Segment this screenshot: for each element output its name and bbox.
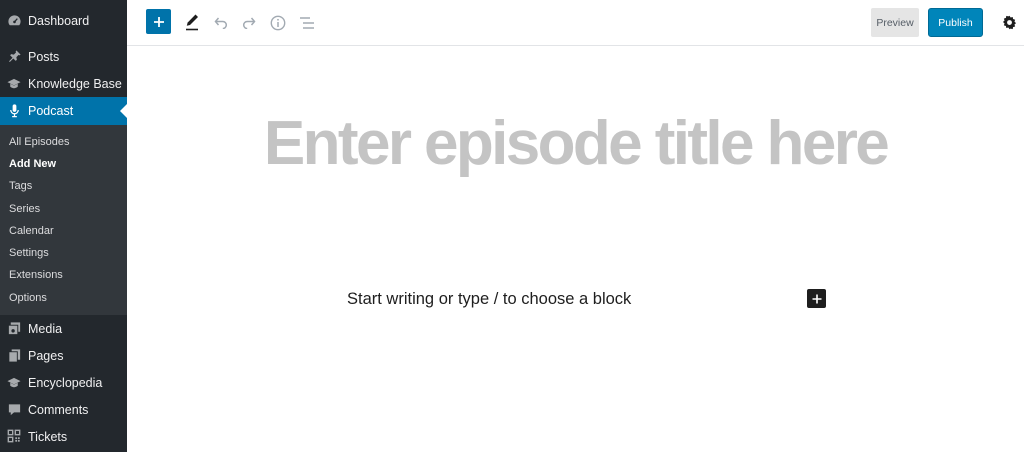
plus-icon	[153, 16, 165, 28]
post-title-input[interactable]: Enter episode title here	[127, 106, 1024, 182]
default-block-appender[interactable]: Start writing or type / to choose a bloc…	[347, 288, 631, 310]
sidebar-item-label: Media	[28, 322, 63, 336]
submenu-item-calendar[interactable]: Calendar	[9, 221, 124, 241]
graduation-cap-icon	[6, 374, 22, 390]
block-inserter-button[interactable]	[807, 289, 826, 308]
microphone-icon	[6, 102, 22, 118]
redo-button[interactable]	[239, 12, 259, 32]
plus-icon	[812, 294, 822, 304]
redo-icon	[241, 15, 257, 29]
sidebar-item-label: Tickets	[28, 430, 68, 444]
gear-icon	[1002, 15, 1017, 30]
undo-icon	[213, 15, 229, 29]
settings-button[interactable]	[999, 12, 1019, 32]
tools-button[interactable]	[182, 11, 202, 33]
admin-sidebar: Dashboard Posts Knowledge Base Podcast A…	[0, 0, 127, 452]
sidebar-item-podcast[interactable]: Podcast	[0, 97, 127, 125]
graduation-cap-icon	[6, 75, 22, 91]
comment-icon	[6, 401, 22, 417]
submenu-item-all-episodes[interactable]: All Episodes	[9, 132, 124, 152]
sidebar-item-label: Encyclopedia	[28, 376, 103, 390]
publish-button[interactable]: Publish	[928, 8, 983, 37]
add-block-button[interactable]	[146, 9, 171, 34]
sidebar-item-encyclopedia[interactable]: Encyclopedia	[0, 369, 127, 396]
sidebar-item-pages[interactable]: Pages	[0, 342, 127, 369]
media-icon	[6, 320, 22, 336]
block-navigation-button[interactable]	[296, 12, 318, 33]
sidebar-item-label: Posts	[28, 50, 60, 64]
submenu-item-settings[interactable]: Settings	[9, 243, 124, 263]
pages-icon	[6, 347, 22, 363]
pin-icon	[6, 48, 22, 64]
preview-button[interactable]: Preview	[871, 8, 919, 37]
sidebar-item-label: Knowledge Base	[28, 77, 122, 91]
submenu-item-series[interactable]: Series	[9, 199, 124, 219]
sidebar-item-dashboard[interactable]: Dashboard	[0, 7, 127, 34]
sidebar-item-label: Podcast	[28, 104, 74, 118]
editor-toolbar: Preview Publish	[127, 0, 1024, 46]
sidebar-item-tickets[interactable]: Tickets	[0, 423, 127, 450]
sidebar-item-label: Comments	[28, 403, 89, 417]
undo-button[interactable]	[211, 12, 231, 32]
sidebar-item-media[interactable]: Media	[0, 315, 127, 342]
sidebar-item-label: Pages	[28, 349, 64, 363]
info-icon	[270, 15, 286, 31]
sidebar-item-knowledge-base[interactable]: Knowledge Base	[0, 70, 127, 97]
podcast-submenu: All Episodes Add New Tags Series Calenda…	[0, 125, 127, 315]
pencil-icon	[184, 13, 200, 31]
sidebar-item-label: Dashboard	[28, 14, 90, 28]
dashboard-icon	[6, 12, 22, 28]
sidebar-item-posts[interactable]: Posts	[0, 43, 127, 70]
submenu-item-tags[interactable]: Tags	[9, 176, 124, 196]
list-outline-icon	[299, 16, 315, 30]
sidebar-item-comments[interactable]: Comments	[0, 396, 127, 423]
submenu-item-options[interactable]: Options	[9, 288, 124, 308]
submenu-item-extensions[interactable]: Extensions	[9, 265, 124, 285]
qr-grid-icon	[6, 428, 22, 444]
submenu-item-add-new[interactable]: Add New	[9, 154, 124, 174]
content-info-button[interactable]	[267, 12, 288, 33]
